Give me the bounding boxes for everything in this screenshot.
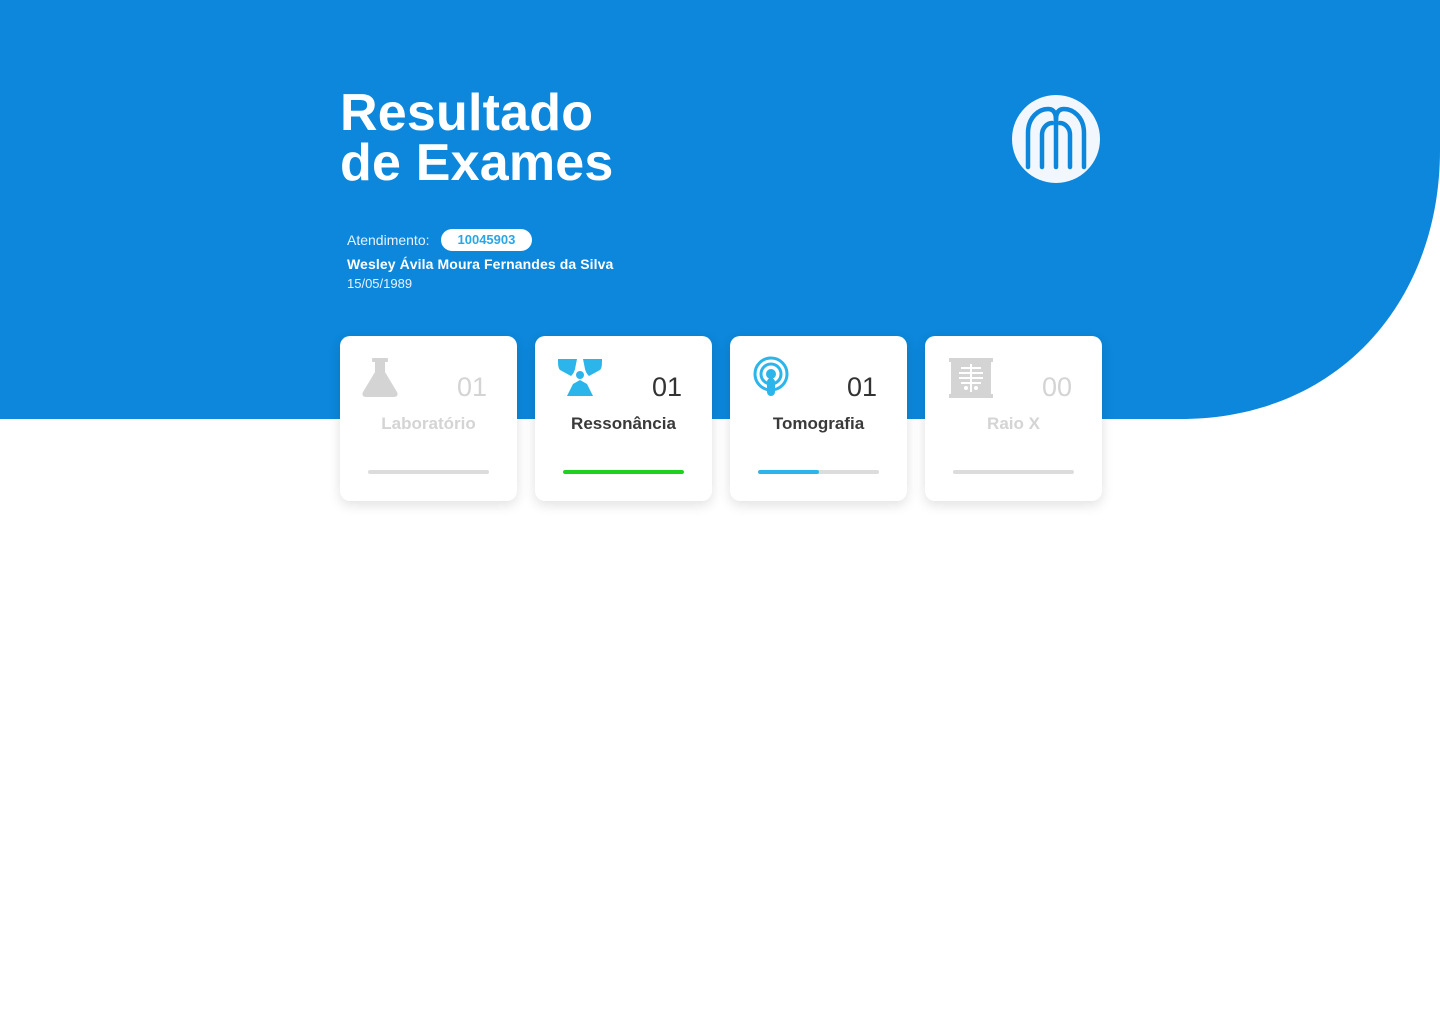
page-title: Resultado de Exames	[340, 84, 614, 192]
exam-card-ressonancia[interactable]: 01 Ressonância	[535, 336, 712, 501]
atendimento-number-badge[interactable]: 10045903	[440, 229, 533, 251]
exam-progress-fill	[563, 470, 684, 474]
exam-progress-track	[368, 470, 489, 474]
exam-count: 01	[456, 372, 487, 402]
exam-card-laboratorio[interactable]: 01 Laboratório	[340, 336, 517, 501]
exam-cards: 01 Laboratório 01 Ressonância 01 Tomogra…	[340, 336, 1102, 501]
exam-label: Raio X	[987, 414, 1040, 433]
patient-info: Atendimento: 10045903 Wesley Ávila Moura…	[347, 228, 613, 291]
exam-label: Ressonância	[571, 414, 676, 433]
exam-label: Laboratório	[381, 414, 476, 433]
atendimento-row: Atendimento: 10045903	[347, 228, 613, 252]
exam-progress-track	[758, 470, 879, 474]
exam-progress-track	[563, 470, 684, 474]
exam-card-tomografia[interactable]: 01 Tomografia	[730, 336, 907, 501]
exam-count: 00	[1041, 372, 1072, 402]
page-title-line2: de Exames	[340, 134, 614, 192]
page-title-line1: Resultado	[340, 84, 594, 142]
flask-icon	[362, 356, 410, 400]
atendimento-label: Atendimento:	[347, 232, 430, 248]
scanner-icon	[752, 356, 800, 400]
exam-count: 01	[846, 372, 877, 402]
patient-birth-date: 15/05/1989	[347, 276, 413, 291]
page: Resultado de Exames Atendimento: 1004590…	[0, 0, 1440, 1024]
radiation-icon	[557, 356, 605, 400]
xray-icon	[947, 356, 995, 400]
exam-card-raio-x[interactable]: 00 Raio X	[925, 336, 1102, 501]
hospital-logo-icon	[1012, 95, 1100, 183]
exam-label: Tomografia	[772, 414, 865, 433]
exam-progress-track	[953, 470, 1074, 474]
exam-progress-fill	[758, 470, 819, 474]
patient-name: Wesley Ávila Moura Fernandes da Silva	[347, 256, 614, 272]
exam-count: 01	[651, 372, 682, 402]
